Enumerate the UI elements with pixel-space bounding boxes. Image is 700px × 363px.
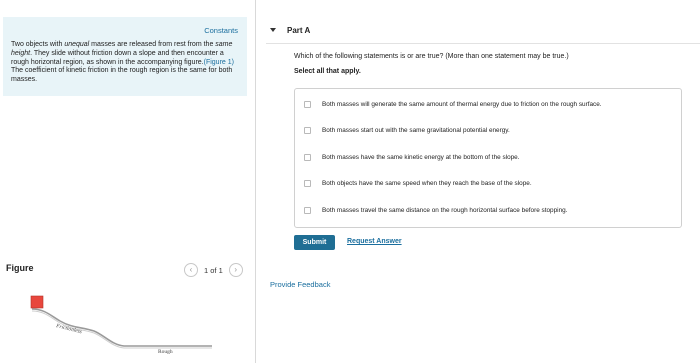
problem-emphasis-unequal: unequal: [64, 41, 90, 48]
option-checkbox[interactable]: [304, 126, 311, 134]
left-panel: Constants Two objects with unequal masse…: [0, 0, 254, 363]
next-figure-button[interactable]: ›: [228, 263, 243, 277]
option-checkbox[interactable]: [304, 206, 311, 214]
option-4[interactable]: Both objects have the same speed when th…: [304, 178, 532, 188]
figure-page-indicator: 1 of 1: [204, 265, 223, 275]
option-checkbox[interactable]: [304, 153, 311, 161]
option-label: Both masses travel the same distance on …: [322, 206, 568, 214]
problem-text-1: Two objects with: [11, 41, 65, 48]
problem-text-3: . They slide without friction down a slo…: [11, 49, 224, 66]
problem-text-4: The coefficient of kinetic friction in t…: [11, 67, 233, 84]
part-header[interactable]: Part A: [270, 24, 310, 36]
constants-link[interactable]: Constants: [204, 26, 238, 35]
figure-header: Figure ‹ 1 of 1 ›: [0, 262, 254, 280]
option-checkbox[interactable]: [304, 179, 311, 187]
option-2[interactable]: Both masses start out with the same grav…: [304, 125, 510, 135]
instruction-text: Select all that apply.: [294, 68, 361, 75]
problem-text-2: masses are released from rest from the: [89, 41, 216, 48]
prev-figure-button[interactable]: ‹: [184, 263, 198, 277]
provide-feedback-link[interactable]: Provide Feedback: [270, 280, 330, 289]
label-rough: Rough: [158, 349, 173, 355]
option-checkbox[interactable]: [304, 100, 311, 108]
option-5[interactable]: Both masses travel the same distance on …: [304, 205, 567, 215]
option-label: Both masses start out with the same grav…: [322, 126, 510, 134]
option-label: Both objects have the same speed when th…: [322, 179, 532, 187]
collapse-caret-icon[interactable]: [270, 28, 276, 32]
option-label: Both masses will generate the same amoun…: [322, 100, 602, 108]
figure-title: Figure: [6, 263, 34, 273]
request-answer-link[interactable]: Request Answer: [347, 238, 402, 245]
question-text: Which of the following statements is or …: [294, 53, 569, 60]
sliding-block: [30, 295, 44, 309]
option-3[interactable]: Both masses have the same kinetic energy…: [304, 152, 520, 162]
figure-link[interactable]: (Figure 1): [204, 59, 234, 66]
part-title: Part A: [287, 25, 311, 35]
answer-options: Both masses will generate the same amoun…: [294, 88, 682, 228]
part-divider: [266, 43, 700, 44]
column-divider: [255, 0, 256, 363]
figure-diagram: Frictionless Rough: [30, 295, 212, 355]
problem-statement: Two objects with unequal masses are rele…: [11, 41, 243, 85]
option-label: Both masses have the same kinetic energy…: [322, 153, 520, 161]
constants-panel: Constants Two objects with unequal masse…: [3, 17, 247, 96]
option-1[interactable]: Both masses will generate the same amoun…: [304, 99, 602, 109]
submit-button[interactable]: Submit: [294, 235, 335, 250]
figure-pager: ‹ 1 of 1 ›: [184, 263, 243, 277]
